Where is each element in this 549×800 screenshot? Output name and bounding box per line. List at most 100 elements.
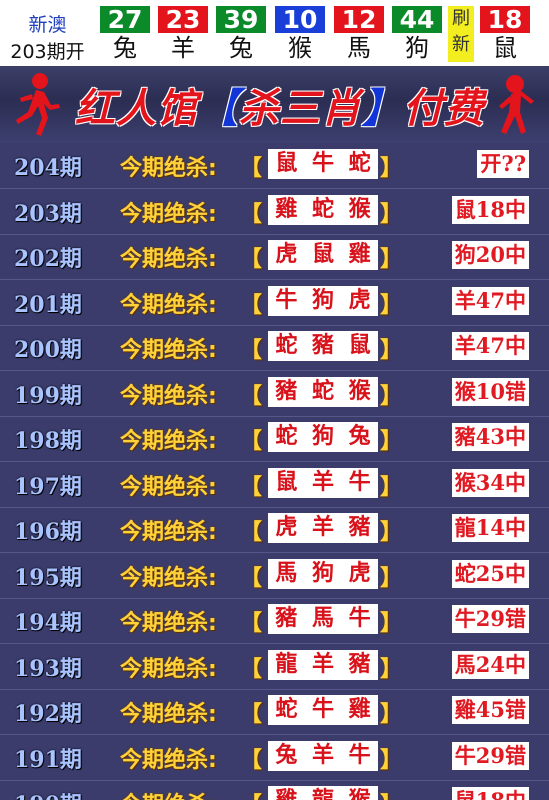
bracket-open: 【 — [240, 156, 263, 181]
bracket-open: 【 — [240, 201, 263, 227]
kill-prefix: 今期绝杀: — [120, 429, 217, 454]
region-label: 新澳 — [28, 14, 67, 36]
zodiac-1: 雞 — [275, 196, 298, 222]
zodiac-1: 虎 — [275, 242, 298, 267]
period-label: 196期 — [14, 519, 82, 545]
bracket-close: 】 — [380, 156, 403, 181]
ball-1: 27 兔 — [100, 6, 150, 62]
zodiac-2: 羊 — [311, 469, 334, 495]
bracket-close: 】 — [380, 247, 403, 272]
bracket-close: 】 — [380, 702, 403, 727]
period-label: 191期 — [14, 746, 82, 773]
zodiac-1: 兔 — [275, 742, 298, 768]
killed-zodiacs: 雞龍猴 — [268, 786, 378, 800]
zodiac-3: 牛 — [348, 742, 371, 768]
banner-title-part-1: 红人馆 — [75, 85, 198, 132]
period-label: 192期 — [14, 701, 82, 727]
zodiac-3: 牛 — [348, 606, 371, 631]
prediction-row: 193期 今期绝杀: 【龍羊豬】 馬24中 — [0, 644, 549, 690]
bracket-open: 【 — [240, 520, 263, 545]
kill-prefix: 今期绝杀: — [120, 787, 217, 800]
draw-result: 牛29错 — [451, 741, 529, 770]
bracket-open: 【 — [240, 565, 263, 591]
zodiac-3: 虎 — [348, 287, 371, 313]
zodiac-1: 蛇 — [275, 424, 298, 449]
bracket-open: 【 — [240, 383, 263, 409]
bracket-open: 【 — [240, 702, 263, 727]
zodiac-2: 蛇 — [311, 196, 334, 222]
ball-zodiac: 兔 — [229, 34, 253, 62]
bracket-close: 】 — [380, 292, 403, 318]
killed-zodiacs: 雞蛇猴 — [268, 194, 378, 225]
zodiac-1: 鼠 — [275, 151, 298, 176]
banner: 红人馆【杀三肖】付费版 — [0, 66, 549, 190]
zodiac-2: 蛇 — [311, 378, 334, 404]
zodiac-2: 馬 — [311, 606, 334, 631]
draw-result: 鼠18中 — [451, 787, 529, 800]
ball-zodiac: 羊 — [171, 34, 195, 62]
kill-prefix: 今期绝杀: — [120, 611, 217, 636]
zodiac-1: 豬 — [275, 606, 298, 631]
draw-period-label: 203期开 — [10, 41, 85, 63]
prediction-row: 192期 今期绝杀: 【蛇牛雞】 雞45错 — [0, 689, 549, 735]
prediction-row: 195期 今期绝杀: 【馬狗虎】 蛇25中 — [0, 553, 549, 599]
zodiac-3: 兔 — [348, 424, 371, 449]
bracket-close: 】 — [380, 338, 403, 363]
bracket-close: 】 — [380, 787, 402, 800]
killed-zodiacs: 虎羊豬 — [268, 513, 378, 543]
draw-result: 馬24中 — [451, 650, 529, 679]
draw-result: 蛇25中 — [451, 559, 529, 588]
killed-zodiacs: 蛇牛雞 — [268, 695, 378, 725]
zodiac-2: 鼠 — [311, 242, 334, 267]
kill-prefix: 今期绝杀: — [120, 247, 217, 272]
prediction-row: 196期 今期绝杀: 【虎羊豬】 龍14中 — [0, 507, 549, 553]
zodiac-3: 豬 — [348, 651, 371, 677]
bracket-close: 】 — [380, 747, 403, 773]
refresh-button[interactable]: 刷 新 — [448, 6, 474, 62]
zodiac-3: 雞 — [348, 242, 371, 267]
zodiac-3: 牛 — [348, 469, 371, 495]
zodiac-1: 雞 — [275, 787, 297, 800]
ball-zodiac: 鼠 — [493, 34, 517, 62]
bracket-open: 【 — [240, 292, 263, 318]
zodiac-2: 龍 — [312, 787, 334, 800]
ball-number: 18 — [480, 6, 530, 34]
prediction-row: 199期 今期绝杀: 【豬蛇猴】 猴10错 — [0, 371, 549, 417]
kill-prefix: 今期绝杀: — [120, 383, 217, 409]
draw-result: 豬43中 — [451, 423, 529, 451]
prediction-row: 197期 今期绝杀: 【鼠羊牛】 猴34中 — [0, 462, 549, 508]
bracket-open: 【 — [240, 611, 263, 636]
kill-prefix: 今期绝杀: — [120, 338, 217, 363]
prediction-row: 190期 今期绝杀: 【雞 龍 猴】 鼠18中 — [0, 780, 549, 800]
killed-zodiacs: 蛇狗兔 — [268, 422, 378, 452]
zodiac-1: 豬 — [275, 378, 298, 404]
zodiac-1: 馬 — [275, 560, 298, 586]
ball-4: 10 猴 — [275, 6, 325, 62]
special-ball: 18 鼠 — [480, 6, 530, 62]
bracket-open: 【 — [240, 747, 263, 773]
draw-result: 猴34中 — [451, 468, 529, 497]
ball-zodiac: 猴 — [288, 34, 312, 62]
period-label: 200期 — [14, 337, 82, 363]
bracket-open: 【 — [240, 787, 262, 800]
banner-bracket-open: 【 — [198, 85, 239, 132]
kill-prefix: 今期绝杀: — [120, 201, 217, 227]
ball-number: 44 — [392, 6, 442, 34]
ball-number: 27 — [100, 6, 150, 34]
prediction-row: 201期 今期绝杀: 【牛狗虎】 羊47中 — [0, 280, 549, 326]
prediction-row: 203期 今期绝杀: 【雞蛇猴】 鼠18中 — [0, 189, 549, 235]
bracket-open: 【 — [240, 656, 263, 682]
bracket-close: 】 — [380, 474, 403, 500]
period-label: 203期 — [14, 200, 82, 227]
ball-2: 23 羊 — [158, 6, 208, 62]
draw-result: 鼠18中 — [451, 195, 529, 224]
kill-prefix: 今期绝杀: — [120, 702, 217, 727]
killed-zodiacs: 鼠羊牛 — [268, 467, 378, 498]
zodiac-1: 蛇 — [275, 333, 298, 358]
period-label: 199期 — [14, 382, 82, 409]
period-label: 198期 — [14, 428, 82, 454]
zodiac-1: 蛇 — [275, 697, 298, 722]
banner-title-part-2: 杀三肖 — [239, 85, 362, 132]
ball-number: 10 — [275, 6, 325, 34]
period-label: 201期 — [14, 291, 82, 318]
